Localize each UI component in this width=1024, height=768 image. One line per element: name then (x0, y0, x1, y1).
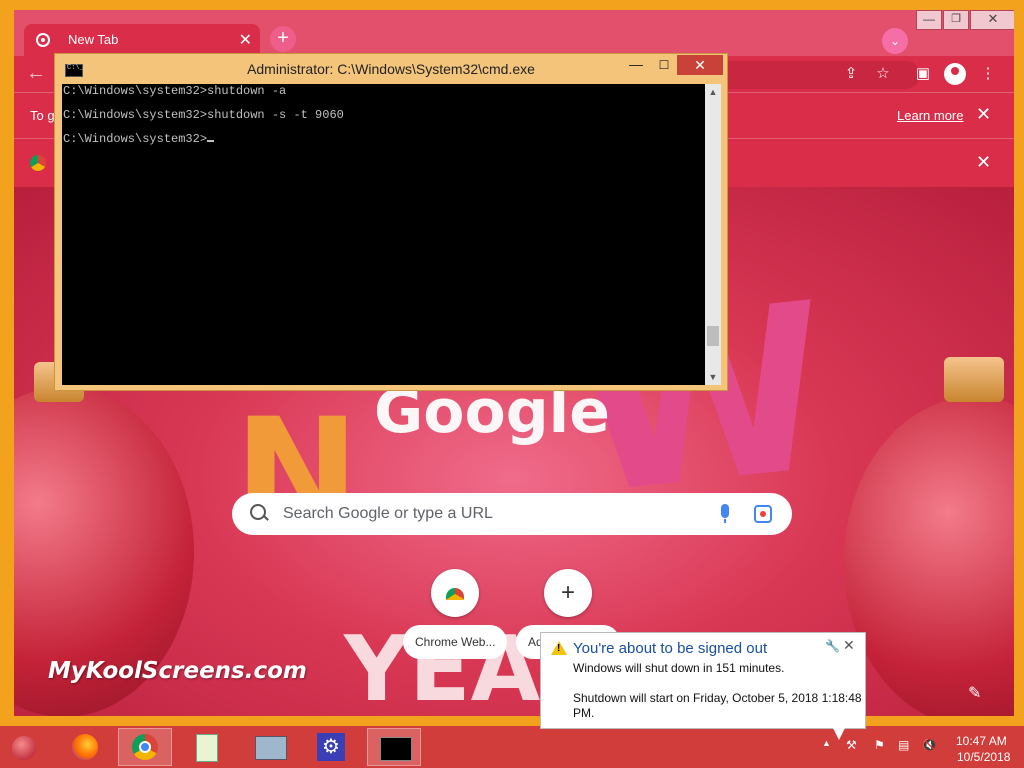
cmd-titlebar[interactable]: Administrator: C:\Windows\System32\cmd.e… (55, 54, 727, 84)
cmd-window: Administrator: C:\Windows\System32\cmd.e… (54, 53, 728, 391)
tab-new-tab[interactable]: New Tab ✕ (24, 24, 260, 56)
scroll-up-arrow-icon[interactable]: ▲ (705, 84, 721, 100)
notification-message: Windows will shut down in 151 minutes. (573, 661, 785, 675)
scroll-thumb[interactable] (707, 326, 719, 346)
chrome-favicon-icon (36, 33, 50, 47)
taskbar-firefox[interactable] (58, 728, 112, 766)
shutdown-notification[interactable]: You're about to be signed out 🔧 ✕ Window… (540, 632, 866, 729)
info-bar-message: To g (30, 108, 55, 123)
cmd-minimize-button[interactable]: — (623, 56, 649, 76)
learn-more-link[interactable]: Learn more (897, 108, 963, 123)
chrome-logo-icon (30, 155, 46, 171)
info-bar-close-button[interactable]: ✕ (976, 104, 991, 125)
explorer-icon (255, 736, 287, 760)
settings-icon: ⚙ (317, 733, 345, 761)
clock-time[interactable]: 10:47 AM (956, 734, 1007, 748)
cmd-prompt: C:\Windows\system32> (63, 132, 208, 146)
side-panel-icon[interactable]: ▣ (912, 63, 934, 85)
watermark-text: MyKoolScreens.com (48, 658, 307, 684)
taskbar-notepad[interactable] (180, 728, 234, 766)
tab-strip: New Tab ✕ + ⌄ — ❐ ✕ (14, 10, 1014, 56)
search-icon (250, 504, 266, 520)
tab-close-button[interactable]: ✕ (239, 30, 252, 50)
taskbar-cmd[interactable] (367, 728, 421, 766)
notepad-icon (196, 734, 218, 762)
volume-muted-icon[interactable]: 🔇 (922, 738, 937, 752)
taskbar-settings[interactable]: ⚙ (305, 728, 359, 766)
notification-tail (832, 726, 846, 740)
cmd-line: C:\Windows\system32>shutdown -a (63, 84, 287, 98)
profile-avatar[interactable] (944, 63, 966, 85)
firefox-icon (72, 734, 98, 760)
share-icon[interactable]: ⇪ (840, 63, 862, 85)
wrench-icon[interactable]: 🔧 (825, 639, 840, 653)
cmd-cursor (207, 140, 215, 142)
customize-pencil-icon[interactable]: ✎ (968, 683, 981, 703)
cmd-console[interactable]: C:\Windows\system32>shutdown -a C:\Windo… (62, 84, 705, 385)
cmd-scrollbar[interactable]: ▲ ▼ (705, 84, 721, 385)
cmd-line: C:\Windows\system32>shutdown -s -t 9060 (63, 108, 344, 122)
action-center-flag-icon[interactable]: ⚑ (874, 738, 885, 752)
maximize-button[interactable]: ❐ (943, 10, 969, 30)
default-browser-close-button[interactable]: ✕ (976, 152, 991, 173)
tab-title: New Tab (68, 32, 119, 47)
menu-icon[interactable]: ⋮ (977, 63, 999, 85)
taskbar: ⚙ ▲ ⚒ ⚑ ▤ 🔇 10:47 AM 10/5/2018 (0, 726, 1024, 768)
clock-date[interactable]: 10/5/2018 (957, 750, 1010, 764)
taskbar-chrome[interactable] (118, 728, 172, 766)
notification-close-button[interactable]: ✕ (843, 637, 855, 654)
bookmark-star-icon[interactable]: ☆ (872, 63, 894, 85)
notification-title: You're about to be signed out (573, 640, 768, 657)
tray-expand-icon[interactable]: ▲ (822, 738, 831, 748)
notification-detail: Shutdown will start on Friday, October 5… (573, 691, 862, 720)
ornament-right-image (844, 397, 1014, 716)
cmd-maximize-button[interactable]: ☐ (651, 56, 677, 76)
search-placeholder: Search Google or type a URL (283, 505, 493, 522)
cmd-icon (380, 737, 412, 761)
cmd-close-button[interactable]: ✕ (677, 55, 723, 75)
chrome-web-store-icon[interactable] (431, 569, 479, 617)
chrome-icon (132, 734, 158, 760)
microphone-icon[interactable] (721, 504, 729, 523)
taskbar-explorer[interactable] (243, 728, 297, 766)
warning-icon (551, 641, 567, 655)
new-tab-button[interactable]: + (270, 26, 296, 52)
add-shortcut-icon[interactable]: + (544, 569, 592, 617)
tray-tool-icon[interactable]: ⚒ (846, 738, 857, 752)
tab-search-button[interactable]: ⌄ (882, 28, 908, 54)
ornament-start-icon (12, 736, 36, 760)
ornament-cap-right (944, 357, 1004, 402)
start-button[interactable] (0, 728, 54, 766)
network-icon[interactable]: ▤ (898, 738, 909, 752)
back-button[interactable]: ← (24, 62, 48, 86)
minimize-button[interactable]: — (916, 10, 942, 30)
cmd-prompt-line: C:\Windows\system32> (63, 132, 215, 146)
close-window-button[interactable]: ✕ (970, 10, 1014, 30)
shortcut-chrome-web-store[interactable]: Chrome Web... (403, 625, 507, 659)
camera-lens-icon[interactable] (754, 505, 772, 523)
scroll-down-arrow-icon[interactable]: ▼ (705, 369, 721, 385)
search-box[interactable]: Search Google or type a URL (232, 493, 792, 535)
